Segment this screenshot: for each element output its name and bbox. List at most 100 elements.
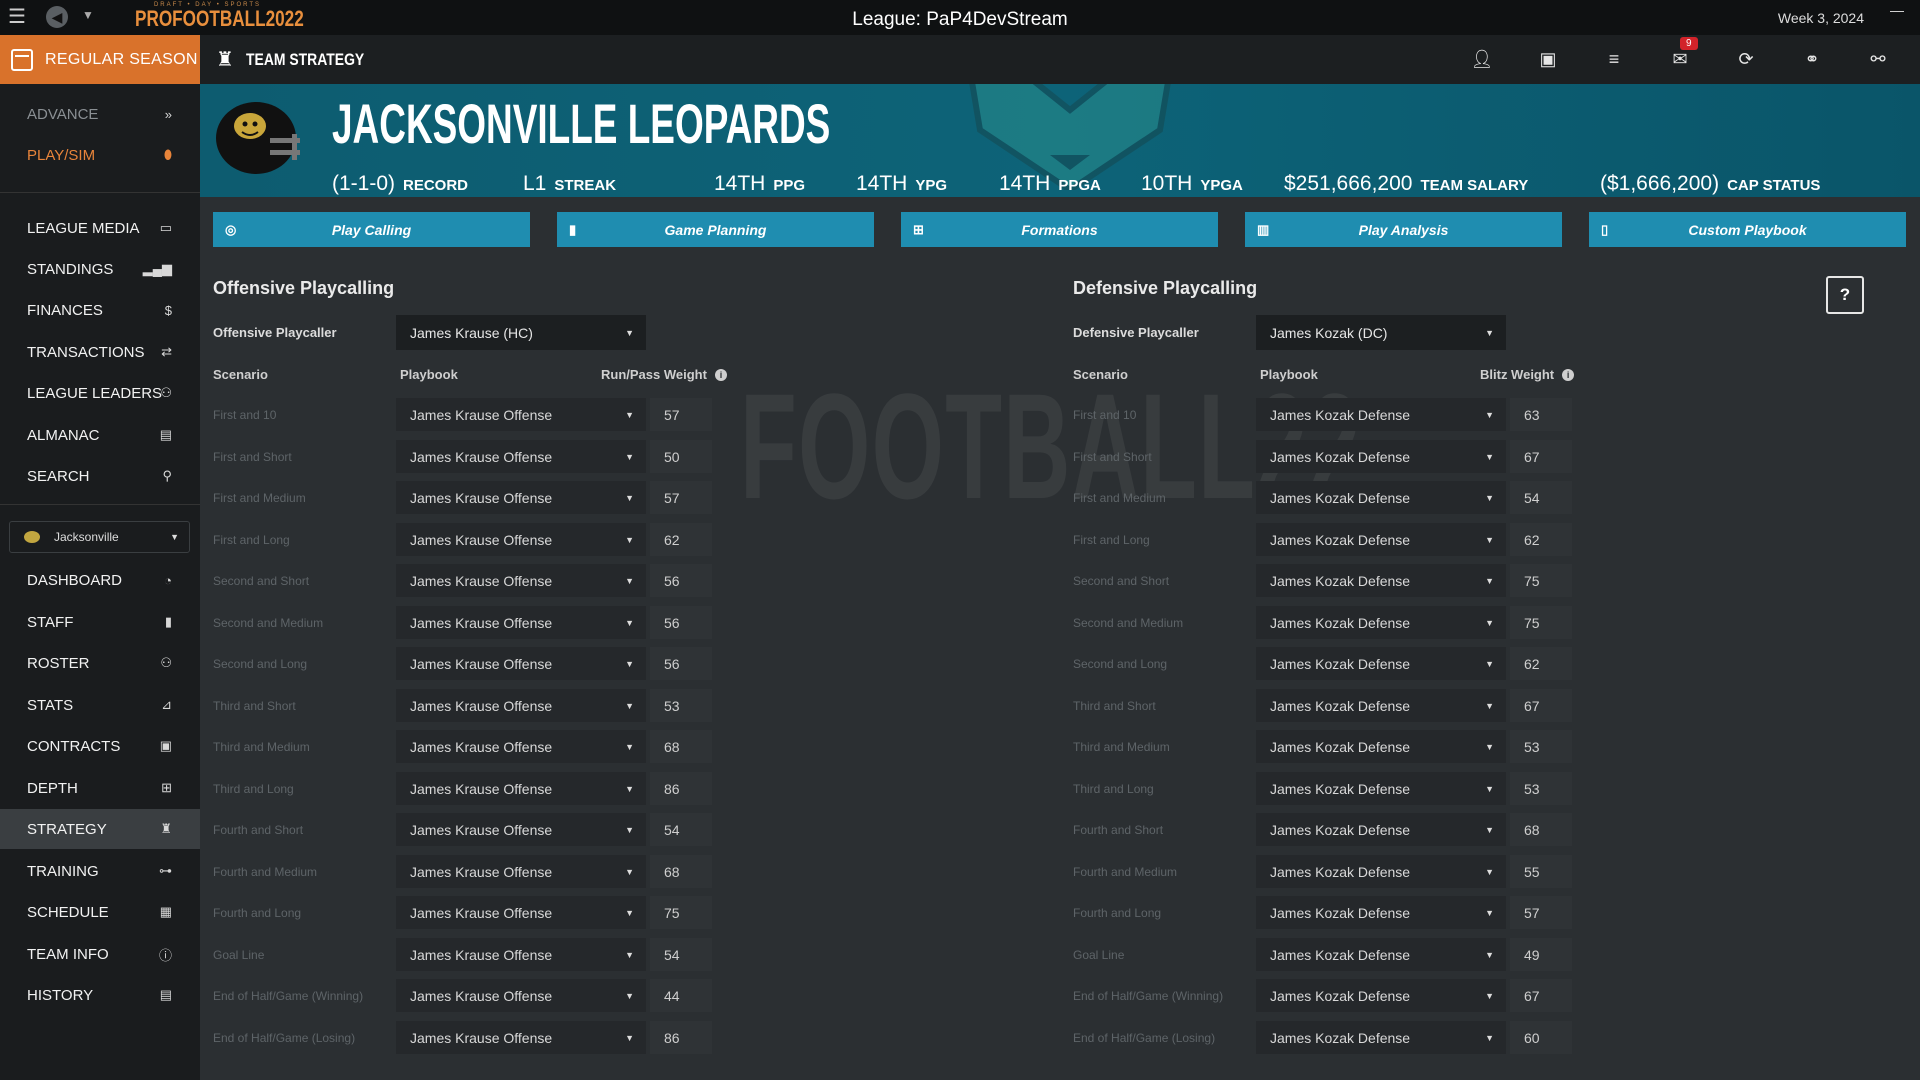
offense-playbook-select[interactable]: James Krause Offense▼ [396,606,646,639]
blitz-weight-input[interactable]: 53 [1510,730,1572,763]
sidebar-item-schedule[interactable]: SCHEDULE▦ [0,892,200,932]
sidebar-item-depth[interactable]: DEPTH⊞ [0,768,200,808]
tab-play-calling[interactable]: ◎Play Calling [213,212,530,247]
blitz-weight-input[interactable]: 67 [1510,979,1572,1012]
binoculars-icon[interactable]: ⚯ [1866,49,1890,70]
blitz-weight-input[interactable]: 75 [1510,564,1572,597]
defense-playbook-select[interactable]: James Kozak Defense▼ [1256,938,1506,971]
run-pass-weight-input[interactable]: 75 [650,896,712,929]
refresh-icon[interactable]: ⟳ [1734,49,1758,70]
defense-playbook-select[interactable]: James Kozak Defense▼ [1256,730,1506,763]
offense-playbook-select[interactable]: James Krause Offense▼ [396,1021,646,1054]
run-pass-weight-input[interactable]: 56 [650,647,712,680]
offense-playbook-select[interactable]: James Krause Offense▼ [396,772,646,805]
info-icon[interactable]: i [1562,369,1574,381]
offense-playbook-select[interactable]: James Krause Offense▼ [396,813,646,846]
blitz-weight-input[interactable]: 75 [1510,606,1572,639]
regular-season-button[interactable]: REGULAR SEASON [0,35,200,84]
handshake-icon[interactable]: ⚭ [1800,49,1824,70]
defense-playbook-select[interactable]: James Kozak Defense▼ [1256,813,1506,846]
team-select[interactable]: Jacksonville ▼ [9,521,190,553]
sidebar-item-dashboard[interactable]: DASHBOARD◔ [0,560,200,600]
defense-playbook-select[interactable]: James Kozak Defense▼ [1256,979,1506,1012]
run-pass-weight-input[interactable]: 50 [650,440,712,473]
sidebar-item-league-media[interactable]: LEAGUE MEDIA▭ [0,208,200,248]
defense-playbook-select[interactable]: James Kozak Defense▼ [1256,855,1506,888]
sidebar-item-finances[interactable]: FINANCES$ [0,290,200,330]
blitz-weight-input[interactable]: 60 [1510,1021,1572,1054]
database-icon[interactable]: ≡ [1602,49,1626,70]
offense-playbook-select[interactable]: James Krause Offense▼ [396,855,646,888]
sidebar-item-advance[interactable]: ADVANCE » [0,94,200,134]
sidebar-item-team-info[interactable]: TEAM INFOⓘ [0,934,200,974]
blitz-weight-input[interactable]: 54 [1510,481,1572,514]
defense-playbook-select[interactable]: James Kozak Defense▼ [1256,523,1506,556]
tab-game-planning[interactable]: ▮Game Planning [557,212,874,247]
blitz-weight-input[interactable]: 62 [1510,523,1572,556]
sidebar-item-roster[interactable]: ROSTER⚇ [0,643,200,683]
sidebar-item-stats[interactable]: STATS⊿ [0,685,200,725]
sidebar-item-strategy[interactable]: STRATEGY♜ [0,809,200,849]
run-pass-weight-input[interactable]: 56 [650,606,712,639]
offense-playbook-select[interactable]: James Krause Offense▼ [396,896,646,929]
defense-playbook-select[interactable]: James Kozak Defense▼ [1256,606,1506,639]
defense-playbook-select[interactable]: James Kozak Defense▼ [1256,647,1506,680]
blitz-weight-input[interactable]: 55 [1510,855,1572,888]
sidebar-item-league-leaders[interactable]: LEAGUE LEADERS⚇ [0,373,200,413]
briefcase-icon[interactable]: ▣ [1536,49,1560,70]
offense-playbook-select[interactable]: James Krause Offense▼ [396,689,646,722]
defense-playbook-select[interactable]: James Kozak Defense▼ [1256,440,1506,473]
defense-playbook-select[interactable]: James Kozak Defense▼ [1256,772,1506,805]
tab-formations[interactable]: ⊞Formations [901,212,1218,247]
run-pass-weight-input[interactable]: 54 [650,813,712,846]
run-pass-weight-input[interactable]: 54 [650,938,712,971]
defense-playbook-select[interactable]: James Kozak Defense▼ [1256,481,1506,514]
minimize-button[interactable]: — [1890,2,1904,18]
run-pass-weight-input[interactable]: 68 [650,855,712,888]
blitz-weight-input[interactable]: 57 [1510,896,1572,929]
mail-icon[interactable]: ✉9 [1668,49,1692,70]
defense-playbook-select[interactable]: James Kozak Defense▼ [1256,689,1506,722]
blitz-weight-input[interactable]: 53 [1510,772,1572,805]
run-pass-weight-input[interactable]: 57 [650,398,712,431]
offense-playbook-select[interactable]: James Krause Offense▼ [396,730,646,763]
defense-playbook-select[interactable]: James Kozak Defense▼ [1256,564,1506,597]
offense-playbook-select[interactable]: James Krause Offense▼ [396,481,646,514]
offense-playbook-select[interactable]: James Krause Offense▼ [396,938,646,971]
defense-playbook-select[interactable]: James Kozak Defense▼ [1256,1021,1506,1054]
offense-playbook-select[interactable]: James Krause Offense▼ [396,647,646,680]
run-pass-weight-input[interactable]: 53 [650,689,712,722]
sidebar-item-contracts[interactable]: CONTRACTS▣ [0,726,200,766]
offense-playbook-select[interactable]: James Krause Offense▼ [396,564,646,597]
offense-playbook-select[interactable]: James Krause Offense▼ [396,979,646,1012]
offensive-playcaller-select[interactable]: James Krause (HC) ▼ [396,315,646,350]
run-pass-weight-input[interactable]: 86 [650,772,712,805]
offense-playbook-select[interactable]: James Krause Offense▼ [396,440,646,473]
sidebar-item-almanac[interactable]: ALMANAC▤ [0,415,200,455]
sidebar-item-training[interactable]: TRAINING⊶ [0,851,200,891]
help-button[interactable]: ? [1826,276,1864,314]
offense-playbook-select[interactable]: James Krause Offense▼ [396,523,646,556]
blitz-weight-input[interactable]: 63 [1510,398,1572,431]
defensive-playcaller-select[interactable]: James Kozak (DC) ▼ [1256,315,1506,350]
run-pass-weight-input[interactable]: 57 [650,481,712,514]
sidebar-item-play-sim[interactable]: PLAY/SIM ⬮ [0,135,200,175]
sidebar-item-search[interactable]: SEARCH⚲ [0,456,200,496]
defense-playbook-select[interactable]: James Kozak Defense▼ [1256,896,1506,929]
tab-custom-playbook[interactable]: ▯Custom Playbook [1589,212,1906,247]
blitz-weight-input[interactable]: 67 [1510,440,1572,473]
info-icon[interactable]: i [715,369,727,381]
sidebar-item-transactions[interactable]: TRANSACTIONS⇄ [0,332,200,372]
user-icon[interactable]: 👤︎ [1470,49,1494,70]
blitz-weight-input[interactable]: 49 [1510,938,1572,971]
run-pass-weight-input[interactable]: 56 [650,564,712,597]
sidebar-item-history[interactable]: HISTORY▤ [0,975,200,1015]
sidebar-item-standings[interactable]: STANDINGS▂▄▆ [0,249,200,289]
run-pass-weight-input[interactable]: 44 [650,979,712,1012]
run-pass-weight-input[interactable]: 86 [650,1021,712,1054]
defense-playbook-select[interactable]: James Kozak Defense▼ [1256,398,1506,431]
run-pass-weight-input[interactable]: 62 [650,523,712,556]
offense-playbook-select[interactable]: James Krause Offense▼ [396,398,646,431]
run-pass-weight-input[interactable]: 68 [650,730,712,763]
sidebar-item-staff[interactable]: STAFF▮ [0,602,200,642]
